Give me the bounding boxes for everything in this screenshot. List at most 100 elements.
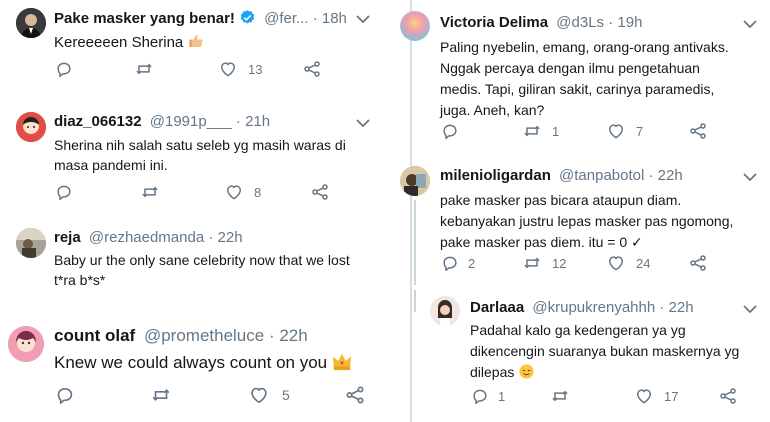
display-name[interactable]: Darlaaa	[470, 299, 524, 316]
user-handle[interactable]: @fer...	[264, 10, 308, 27]
display-name[interactable]: diaz_066132	[54, 113, 142, 130]
tweet: Victoria Delima @d3Ls · 19h Paling nyebe…	[400, 0, 770, 150]
share-button[interactable]	[302, 59, 322, 79]
share-icon	[310, 182, 330, 202]
like-icon	[218, 59, 238, 79]
tweet: diaz_066132 @1991p___ · 21h Sherina nih …	[0, 102, 400, 212]
avatar[interactable]	[430, 296, 460, 326]
like-button[interactable]: 24	[606, 253, 650, 273]
user-handle[interactable]: @prometheluce	[144, 326, 264, 345]
avatar[interactable]	[8, 326, 44, 362]
retweet-button[interactable]	[134, 59, 154, 79]
chevron-down-icon[interactable]	[355, 14, 371, 24]
like-icon	[606, 121, 626, 141]
user-handle[interactable]: @rezhaedmanda	[89, 229, 204, 246]
thread-line	[414, 290, 416, 312]
user-handle[interactable]: @1991p___	[150, 113, 232, 130]
share-button[interactable]	[688, 253, 708, 273]
timestamp[interactable]: 22h	[279, 326, 307, 345]
avatar[interactable]	[16, 228, 46, 258]
avatar[interactable]	[16, 8, 46, 38]
share-button[interactable]	[688, 121, 708, 141]
tweet-text: Baby ur the only sane celebrity now that…	[54, 252, 350, 288]
chevron-down-icon[interactable]	[355, 118, 371, 128]
share-button[interactable]	[718, 386, 738, 406]
timestamp[interactable]: 22h	[669, 299, 694, 316]
reply-button[interactable]: 2	[440, 253, 475, 273]
chevron-down-icon[interactable]	[742, 304, 758, 314]
user-handle[interactable]: @tanpabotol	[559, 167, 644, 184]
user-handle[interactable]: @d3Ls	[556, 14, 604, 31]
like-button[interactable]: 17	[634, 386, 678, 406]
timestamp[interactable]: 22h	[218, 229, 243, 246]
tweet-header: milenioligardan @tanpabotol · 22h	[440, 167, 683, 184]
share-button[interactable]	[310, 182, 330, 202]
tweet-text: pake masker pas bicara ataupun diam. keb…	[440, 192, 734, 250]
user-handle[interactable]: @krupukrenyahhh	[532, 299, 655, 316]
crown-emoji-icon	[331, 351, 353, 377]
retweet-icon	[134, 59, 154, 79]
avatar[interactable]	[16, 112, 46, 142]
like-count: 7	[636, 123, 644, 139]
like-count: 24	[636, 255, 651, 271]
like-icon	[606, 253, 626, 273]
like-count: 13	[248, 61, 263, 77]
timestamp[interactable]: 22h	[658, 167, 683, 184]
verified-icon	[239, 9, 256, 31]
reply-button[interactable]: 1	[470, 386, 505, 406]
reply-icon	[440, 121, 460, 141]
right-thread: Victoria Delima @d3Ls · 19h Paling nyebe…	[400, 0, 770, 422]
share-button[interactable]	[344, 384, 366, 406]
avatar[interactable]	[400, 166, 430, 196]
like-button[interactable]: 7	[606, 121, 643, 141]
display-name[interactable]: count olaf	[54, 326, 135, 345]
tweet-header: count olaf @prometheluce · 22h	[54, 326, 308, 345]
reply-icon	[440, 253, 460, 273]
display-name[interactable]: reja	[54, 229, 81, 246]
like-button[interactable]: 8	[224, 182, 261, 202]
reply-button[interactable]	[54, 59, 74, 79]
tweet-text: Sherina nih salah satu seleb yg masih wa…	[54, 137, 346, 173]
tweet: reja @rezhaedmanda · 22h Baby ur the onl…	[0, 222, 400, 302]
like-button[interactable]: 13	[218, 59, 262, 79]
share-icon	[302, 59, 322, 79]
tweet-text: Kereeeeen Sherina	[54, 32, 205, 56]
like-button[interactable]: 5	[248, 384, 290, 406]
tweet-header: reja @rezhaedmanda · 22h	[54, 229, 243, 246]
tweet-header: Pake masker yang benar! @fer... · 18h	[54, 9, 347, 31]
retweet-button[interactable]	[150, 384, 172, 406]
retweet-icon	[140, 182, 160, 202]
retweet-button[interactable]: 1	[522, 121, 559, 141]
thumbs-up-emoji-icon	[187, 32, 205, 56]
avatar[interactable]	[400, 11, 430, 41]
reply-button[interactable]	[440, 121, 460, 141]
retweet-icon	[150, 384, 172, 406]
retweet-button[interactable]	[550, 386, 570, 406]
tweet-text: Padahal kalo ga kedengeran ya yg dikence…	[470, 320, 765, 386]
timestamp[interactable]: 19h	[617, 14, 642, 31]
reply-button[interactable]	[54, 182, 74, 202]
like-icon	[248, 384, 270, 406]
like-icon	[224, 182, 244, 202]
timestamp[interactable]: 21h	[245, 113, 270, 130]
tweet: Darlaaa @krupukrenyahhh · 22h Padahal ka…	[400, 290, 770, 422]
reply-icon	[470, 386, 490, 406]
chevron-down-icon[interactable]	[742, 19, 758, 29]
retweet-button[interactable]	[140, 182, 160, 202]
display-name[interactable]: Victoria Delima	[440, 14, 548, 31]
display-name[interactable]: milenioligardan	[440, 167, 551, 184]
share-icon	[688, 253, 708, 273]
like-count: 5	[282, 387, 290, 403]
retweet-button[interactable]: 12	[522, 253, 566, 273]
reply-button[interactable]	[54, 384, 76, 406]
chevron-down-icon[interactable]	[742, 172, 758, 182]
tweet: milenioligardan @tanpabotol · 22h pake m…	[400, 160, 770, 285]
like-count: 8	[254, 184, 262, 200]
left-thread: Pake masker yang benar! @fer... · 18h Ke…	[0, 0, 400, 422]
timestamp[interactable]: 18h	[322, 10, 347, 27]
thread-line	[414, 200, 416, 285]
tweet: count olaf @prometheluce · 22h Knew we c…	[0, 318, 400, 422]
like-count: 17	[664, 388, 679, 404]
retweet-count: 1	[552, 123, 560, 139]
display-name[interactable]: Pake masker yang benar!	[54, 10, 235, 27]
